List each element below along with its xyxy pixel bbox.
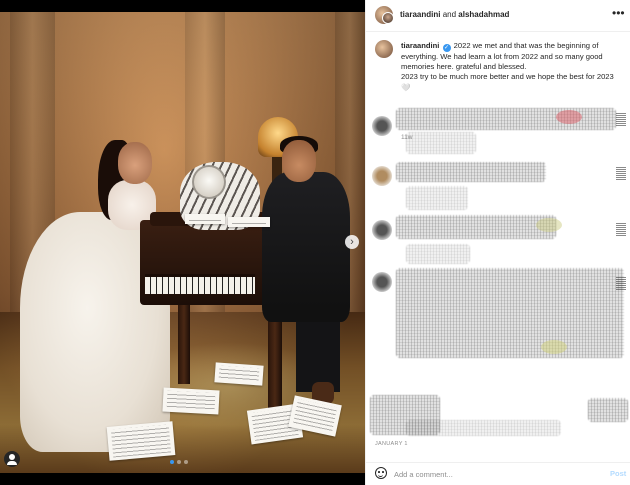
author-link[interactable]: alshadahmad [458, 10, 509, 19]
post-header: tiaraandini and alshadahmad ••• [366, 0, 630, 32]
caption-emoji: 🤍 [401, 82, 411, 92]
carousel-dot [184, 460, 188, 464]
caption-username[interactable]: tiaraandini [401, 41, 439, 50]
comment-obscured [588, 398, 628, 422]
emoji-icon[interactable] [375, 467, 387, 479]
comment-obscured [396, 108, 616, 130]
more-horizontal-icon[interactable]: ••• [612, 6, 625, 20]
comment-avatar [372, 116, 392, 136]
comment-obscured [396, 268, 624, 358]
verified-badge-icon: ✓ [442, 44, 451, 52]
post-media: › [0, 0, 365, 485]
like-icon [616, 222, 626, 236]
comment-avatar [372, 220, 392, 240]
comment-obscured [396, 162, 546, 182]
caption-body-2: 2023 try to be much more better and we h… [401, 72, 614, 82]
like-icon [616, 276, 626, 290]
comment-input[interactable] [394, 467, 594, 481]
post-authors: tiaraandini and alshadahmad [400, 10, 509, 19]
authors-joiner: and [442, 10, 457, 19]
carousel-indicator [170, 460, 188, 464]
comment-avatar [372, 166, 392, 186]
post-comment-button[interactable]: Post [610, 469, 626, 478]
caption-text: tiaraandini ✓ 2022 we met and that was t… [401, 41, 627, 93]
collab-avatar[interactable] [382, 12, 394, 24]
carousel-dot [170, 460, 174, 464]
comment-bar: Post [366, 462, 630, 485]
post-date[interactable]: JANUARY 1 [375, 441, 408, 447]
avatar[interactable] [375, 40, 393, 58]
comment-avatar [372, 272, 392, 292]
post-sidebar: tiaraandini and alshadahmad ••• tiaraand… [365, 0, 630, 485]
tagged-users-icon[interactable] [4, 451, 20, 467]
comment-obscured [396, 215, 556, 239]
author-link[interactable]: tiaraandini [400, 10, 440, 19]
carousel-dot [177, 460, 181, 464]
like-icon [616, 112, 626, 126]
carousel-next-button[interactable]: › [345, 235, 359, 249]
like-icon [616, 166, 626, 180]
post-photo[interactable] [0, 12, 365, 473]
